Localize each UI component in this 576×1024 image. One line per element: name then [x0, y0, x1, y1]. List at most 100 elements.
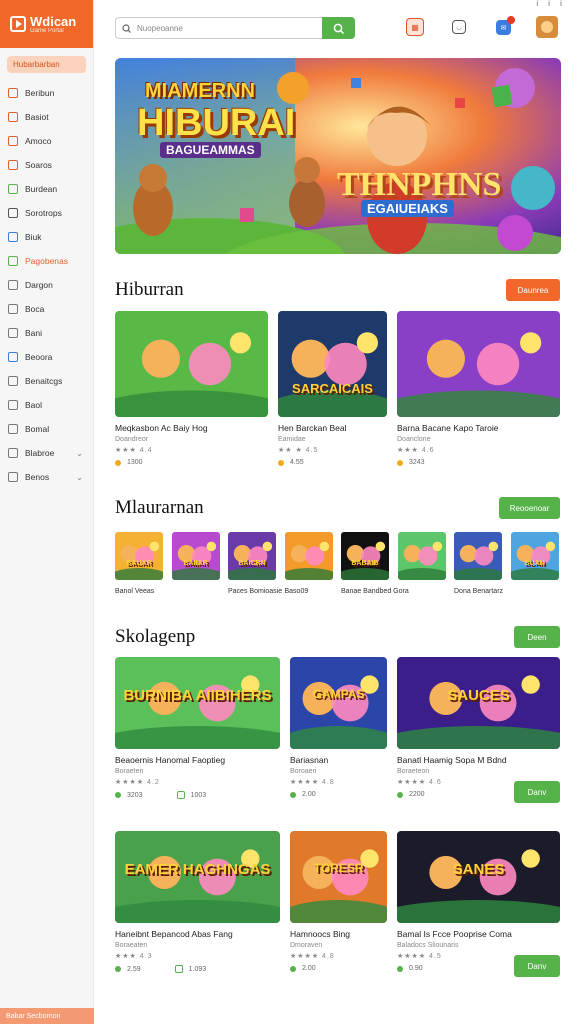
mini-game-item[interactable]: BAIIAR	[171, 532, 220, 588]
mini-game-item[interactable]: BAUAR Banol Veeas	[115, 532, 163, 595]
sidebar-item[interactable]: Dargon	[0, 273, 93, 297]
play-count: 2200	[409, 791, 425, 798]
game-thumbnail[interactable]: SAUCES	[397, 657, 560, 749]
logo-title: Wdican	[30, 13, 77, 29]
coin-icon	[290, 965, 296, 972]
game-subtitle: Dmoraven	[290, 942, 323, 949]
sidebar-item[interactable]: Amoco	[0, 129, 93, 153]
search-button[interactable]	[322, 17, 355, 39]
sidebar-highlight[interactable]: Hubarbarban	[7, 56, 86, 73]
play-button[interactable]: Danv	[514, 781, 560, 803]
mini-game-item[interactable]: Dona Benartarz	[454, 532, 503, 595]
logo[interactable]: Wdican Game Portal	[0, 0, 93, 48]
game-thumbnail-art	[510, 532, 559, 580]
mini-game-item[interactable]: BUAN	[510, 532, 559, 588]
sidebar-item-label: Amoco	[25, 136, 52, 146]
sidebar-item-label: Boca	[25, 304, 45, 314]
sidebar-item[interactable]: Baol	[0, 393, 93, 417]
mini-game-thumbnail[interactable]	[397, 532, 446, 580]
mini-game-thumbnail[interactable]	[454, 532, 502, 580]
sidebar-bottom-link[interactable]: Babar Secbornon	[0, 1008, 94, 1024]
mini-game-thumbnail[interactable]: BAUAR	[115, 532, 163, 580]
section-more-button[interactable]: Reooenoar	[499, 497, 560, 519]
controller-icon	[174, 965, 183, 973]
sidebar-item[interactable]: Benos ⌄	[0, 465, 93, 489]
mini-game-item[interactable]: BAICRN Paces Bomioasie	[228, 532, 282, 595]
mini-game-thumbnail[interactable]: BABAIB	[341, 532, 389, 580]
hero-line-1: MIAMERNN	[145, 80, 255, 102]
section-more-button[interactable]: Daunrea	[506, 279, 560, 301]
sidebar-item[interactable]: Bomal	[0, 417, 93, 441]
sidebar-item[interactable]: Pagobenas	[0, 249, 93, 273]
sidebar-item[interactable]: Biuk	[0, 225, 93, 249]
thumbnail-title: BUAN	[524, 560, 545, 567]
game-card[interactable]: TORESR Hamnoocs Bing Dmoraven ★★★★ 4.8 2.…	[290, 831, 387, 972]
mini-game-item[interactable]: BABAIB Banae Bandbed Gora	[341, 532, 409, 595]
game-card[interactable]: SAUCES Banatl Haamig Sopa M Bdnd Boraeteo…	[397, 657, 560, 803]
hero-banner[interactable]: MIAMERNN HIBURAI BAGUEAMMAS THNPHNS EGAI…	[115, 58, 561, 254]
chevron-down-icon: ⌄	[76, 448, 83, 458]
game-card[interactable]: BURNIBA AIIBIHERS Beaoernis Hanomal Faopt…	[115, 657, 280, 799]
sidebar-item[interactable]: Blabroe ⌄	[0, 441, 93, 465]
game-thumbnail[interactable]: BURNIBA AIIBIHERS	[115, 657, 280, 749]
game-thumbnail-art	[228, 532, 276, 580]
search-input[interactable]: Nuopeoanne	[115, 17, 355, 39]
sidebar-item[interactable]: Bani	[0, 321, 93, 345]
mini-game-thumbnail[interactable]: BUAN	[510, 532, 559, 580]
mini-game-thumbnail[interactable]	[284, 532, 333, 580]
sidebar-item[interactable]: Burdean	[0, 177, 93, 201]
game-thumbnail[interactable]: TORESR	[290, 831, 387, 923]
game-card[interactable]: Meqkasbon Ac Baiy Hog Doandreor ★★★ 4.4 …	[115, 311, 268, 466]
rating: ★★★ 4.4	[115, 447, 153, 454]
search-button-icon	[333, 23, 344, 34]
mini-game-title: Banae Bandbed Gora	[341, 588, 409, 595]
game-thumbnail[interactable]	[397, 311, 560, 417]
hero-line-3: BAGUEAMMAS	[160, 142, 261, 158]
game-card[interactable]: GAMPAS Bariasnan Boroaeri ★★★★ 4.8 2.00	[290, 657, 387, 798]
mini-game-item[interactable]	[397, 532, 446, 588]
sidebar-item[interactable]: Benaitcgs	[0, 369, 93, 393]
game-meta: 2.00	[290, 965, 387, 972]
mini-game-title: Baso09	[284, 588, 309, 595]
play-button[interactable]: Danv	[514, 955, 560, 977]
game-meta: 3203 1003	[115, 791, 280, 799]
game-card[interactable]: SANES Bamal Is Fcce Pooprise Coma Baladoc…	[397, 831, 560, 977]
sidebar-item-icon	[8, 352, 18, 362]
rating: ★★★★ 4.2	[115, 779, 160, 786]
thumbnail-title: SANES	[452, 861, 505, 878]
sidebar-item-label: Baol	[25, 400, 43, 410]
hero-line-4: THNPHNS	[337, 166, 502, 203]
notification-icon[interactable]: ✉	[496, 16, 515, 35]
app-root: Wdican Game Portal Hubarbarban Beribun Ba…	[0, 0, 576, 1024]
sidebar-item[interactable]: Sorotrops	[0, 201, 93, 225]
mini-game-thumbnail[interactable]: BAICRN	[228, 532, 276, 580]
section-more-button[interactable]: Deen	[514, 626, 560, 648]
game-card[interactable]: SARCAICAIS Hen Barckan Beal Eamidae ★★ ★ …	[278, 311, 387, 466]
search-icon	[122, 23, 131, 33]
avatar[interactable]	[536, 16, 558, 38]
sidebar-item[interactable]: Boca	[0, 297, 93, 321]
game-card[interactable]: Barna Bacane Kapo Taroie Doanclone ★★★ 4…	[397, 311, 560, 466]
sidebar-item[interactable]: Beribun	[0, 81, 93, 105]
game-card[interactable]: EAMER HAGHNGAS Haneibnt Bepancod Abas Fan…	[115, 831, 280, 973]
mini-game-thumbnail[interactable]: BAIIAR	[171, 532, 220, 580]
thumbnail-title: EAMER HAGHNGAS	[124, 861, 271, 878]
sidebar-item-icon	[8, 88, 18, 98]
game-thumbnail[interactable]	[115, 311, 268, 417]
calendar-icon[interactable]: ▦	[406, 18, 424, 36]
message-icon[interactable]: ◡	[452, 20, 466, 34]
sidebar-item-label: Biuk	[25, 232, 42, 242]
mini-game-item[interactable]: Baso09	[284, 532, 333, 595]
rating: ★★★ 4.3	[115, 953, 153, 960]
game-thumbnail[interactable]: GAMPAS	[290, 657, 387, 749]
sidebar-item[interactable]: Soaros	[0, 153, 93, 177]
sidebar-item[interactable]: Basiot	[0, 105, 93, 129]
game-title: Beaoernis Hanomal Faoptieg	[115, 755, 226, 765]
window-controls[interactable]: ⅰ ⅰ ⅰ	[536, 0, 566, 8]
sidebar-item[interactable]: Beoora	[0, 345, 93, 369]
game-thumbnail[interactable]: SARCAICAIS	[278, 311, 387, 417]
game-thumbnail-art	[284, 532, 333, 580]
sidebar-item-label: Basiot	[25, 112, 49, 122]
game-thumbnail[interactable]: EAMER HAGHNGAS	[115, 831, 280, 923]
game-thumbnail[interactable]: SANES	[397, 831, 560, 923]
